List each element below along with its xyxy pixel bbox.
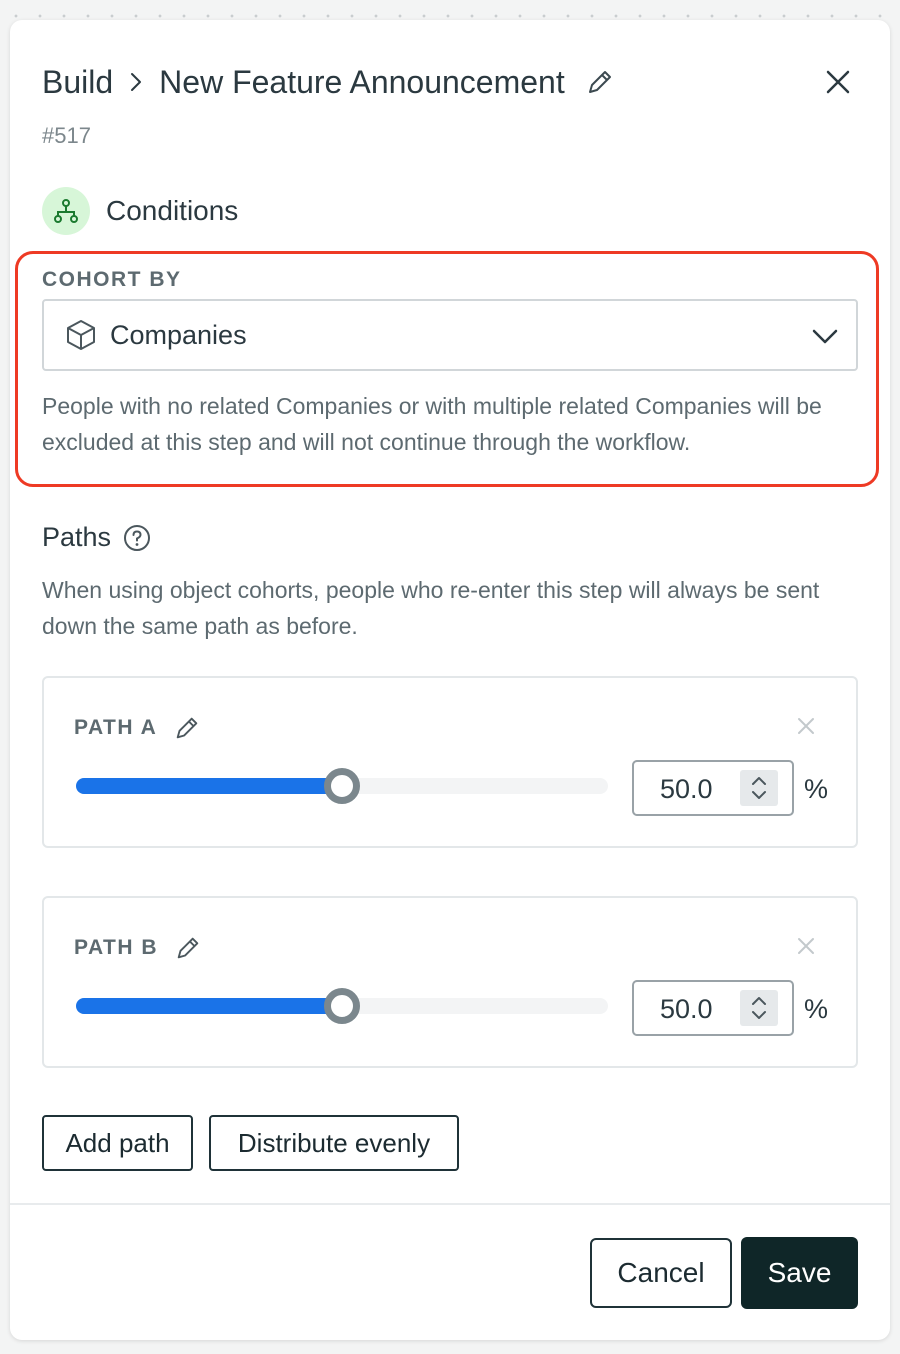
path-slider[interactable] bbox=[76, 988, 608, 1024]
help-circle-icon[interactable] bbox=[123, 524, 151, 552]
page-title: New Feature Announcement bbox=[159, 63, 565, 100]
path-name: PATH B bbox=[74, 936, 159, 959]
path-name-row: PATH A bbox=[74, 714, 201, 742]
cube-icon bbox=[64, 318, 98, 352]
slider-thumb[interactable] bbox=[324, 988, 360, 1024]
cohort-select[interactable]: Companies bbox=[42, 299, 858, 371]
slider-fill bbox=[76, 778, 342, 794]
chevron-down-icon bbox=[810, 321, 840, 351]
path-slider[interactable] bbox=[76, 768, 608, 804]
cohort-description: People with no related Companies or with… bbox=[42, 393, 822, 455]
path-percent-value: 50.0 bbox=[660, 994, 713, 1024]
add-path-button[interactable]: Add path bbox=[42, 1115, 193, 1171]
close-icon[interactable] bbox=[794, 934, 818, 958]
pencil-icon[interactable] bbox=[173, 714, 201, 742]
pencil-icon[interactable] bbox=[585, 67, 615, 97]
slider-fill bbox=[76, 998, 342, 1014]
spinner-icon[interactable] bbox=[740, 990, 778, 1026]
path-percent-value: 50.0 bbox=[660, 774, 713, 804]
save-button[interactable]: Save bbox=[741, 1237, 858, 1309]
spinner-icon[interactable] bbox=[740, 770, 778, 806]
branch-icon bbox=[42, 187, 90, 235]
footer-divider bbox=[10, 1203, 890, 1205]
path-name: PATH A bbox=[74, 716, 158, 739]
close-icon[interactable] bbox=[794, 714, 818, 738]
paths-title: Paths bbox=[42, 522, 112, 552]
cohort-select-value: Companies bbox=[110, 319, 247, 350]
ticket-id: #517 bbox=[42, 123, 91, 148]
path-name-row: PATH B bbox=[74, 934, 202, 962]
pencil-icon[interactable] bbox=[174, 934, 202, 962]
slider-thumb[interactable] bbox=[324, 768, 360, 804]
step-editor-panel: Build New Feature Announcement #517 Cond… bbox=[10, 20, 890, 1340]
section-title: Conditions bbox=[106, 195, 239, 226]
paths-description: When using object cohorts, people who re… bbox=[42, 577, 820, 639]
path-card-a: PATH A 50.0 % bbox=[42, 676, 858, 848]
distribute-evenly-button[interactable]: Distribute evenly bbox=[209, 1115, 459, 1171]
chevron-right-icon bbox=[127, 71, 145, 93]
cancel-button[interactable]: Cancel bbox=[590, 1238, 732, 1308]
percent-unit: % bbox=[804, 994, 829, 1024]
paths-heading: Paths bbox=[42, 522, 151, 553]
close-icon[interactable] bbox=[820, 64, 856, 100]
path-percent-input[interactable]: 50.0 bbox=[632, 980, 794, 1036]
breadcrumb: Build New Feature Announcement bbox=[42, 60, 615, 104]
breadcrumb-root[interactable]: Build bbox=[42, 64, 113, 101]
path-card-b: PATH B 50.0 % bbox=[42, 896, 858, 1068]
percent-unit: % bbox=[804, 774, 829, 804]
path-percent-input[interactable]: 50.0 bbox=[632, 760, 794, 816]
cohort-label: COHORT BY bbox=[42, 268, 182, 291]
